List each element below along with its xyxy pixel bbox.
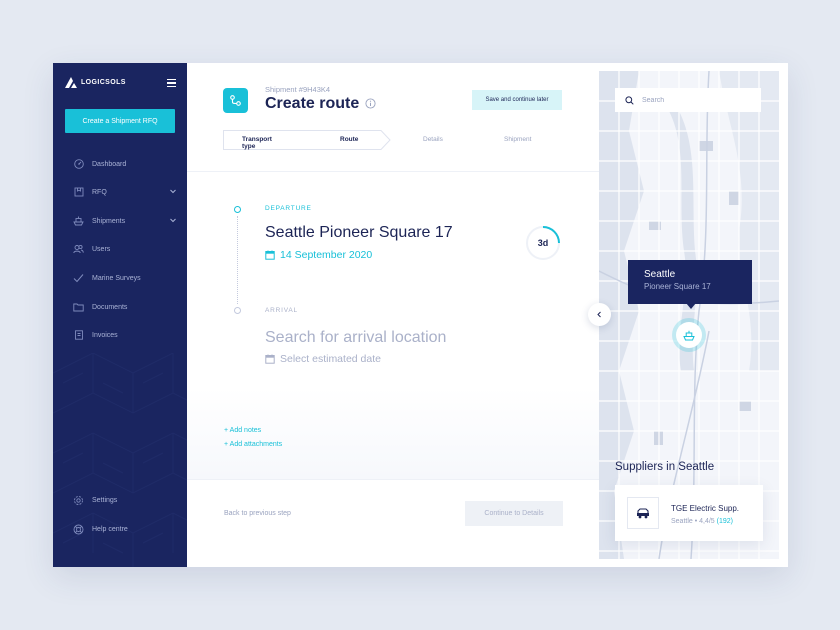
truck-icon xyxy=(637,507,649,518)
departure-location[interactable]: Seattle Pioneer Square 17 xyxy=(265,224,453,242)
chevron-left-icon xyxy=(597,311,601,318)
sidebar-item-label: RFQ xyxy=(92,188,107,196)
location-tooltip: Seattle Pioneer Square 17 xyxy=(628,260,752,309)
sidebar-item-marine-surveys[interactable]: Marine Surveys xyxy=(73,271,177,285)
rfq-icon xyxy=(73,187,84,198)
arrival-date-text: Select estimated date xyxy=(280,353,381,365)
gear-icon xyxy=(73,495,84,506)
arrival-date-picker[interactable]: Select estimated date xyxy=(265,353,381,365)
create-route-panel: Shipment #9H43K4 Create route Save and c… xyxy=(187,63,599,567)
route-icon xyxy=(223,88,248,113)
departure-date-text: 14 September 2020 xyxy=(280,249,373,261)
logo-text: LOGICSOLS xyxy=(81,79,126,86)
logo-mark-icon xyxy=(65,77,77,88)
page-title: Create route xyxy=(265,95,360,112)
map-search-input[interactable] xyxy=(642,96,752,104)
check-icon xyxy=(73,273,84,284)
add-notes-link[interactable]: + Add notes xyxy=(224,427,261,434)
sidebar-item-shipments[interactable]: Shipments xyxy=(73,214,177,228)
search-icon xyxy=(625,95,634,105)
tooltip-title: Seattle xyxy=(644,269,676,280)
supplier-name: TGE Electric Supp. xyxy=(671,504,740,513)
users-icon xyxy=(73,244,84,255)
supplier-rating: Seattle • 4,4/5 xyxy=(671,518,715,525)
invoice-icon xyxy=(73,330,84,341)
suppliers-heading: Suppliers in Seattle xyxy=(615,461,715,473)
departure-label: DEPARTURE xyxy=(265,205,312,212)
route-form: DEPARTURE Seattle Pioneer Square 17 14 S… xyxy=(187,172,599,480)
sidebar-item-settings[interactable]: Settings xyxy=(73,493,177,507)
sidebar-item-label: Shipments xyxy=(92,217,126,225)
sidebar-item-label: Documents xyxy=(92,303,128,311)
sidebar-item-label: Users xyxy=(92,245,111,253)
duration-value: 3d xyxy=(537,238,549,248)
sidebar-item-invoices[interactable]: Invoices xyxy=(73,328,177,342)
back-button[interactable]: Back to previous step xyxy=(224,510,291,517)
sidebar-item-label: Dashboard xyxy=(92,160,127,168)
departure-date[interactable]: 14 September 2020 xyxy=(265,249,372,261)
lifebuoy-icon xyxy=(73,524,84,535)
footer-divider xyxy=(187,479,599,480)
supplier-avatar xyxy=(627,497,659,529)
folder-icon xyxy=(73,302,84,313)
map-panel[interactable]: Seattle Pioneer Square 17 Suppliers in S… xyxy=(599,71,779,559)
map-search[interactable] xyxy=(615,88,761,112)
logo[interactable]: LOGICSOLS xyxy=(65,77,126,88)
step-route[interactable]: Route xyxy=(340,136,358,143)
sidebar-item-label: Invoices xyxy=(92,331,118,339)
ship-icon xyxy=(683,330,695,340)
supplier-meta: Seattle • 4,4/5 (192) xyxy=(671,518,733,525)
arrival-dot xyxy=(234,307,241,314)
departure-dot xyxy=(234,206,241,213)
sidebar-item-users[interactable]: Users xyxy=(73,242,177,256)
save-continue-later-button[interactable]: Save and continue later xyxy=(472,90,562,110)
tooltip-subtitle: Pioneer Square 17 xyxy=(644,282,711,291)
sidebar-item-label: Help centre xyxy=(92,525,128,533)
app-window: LOGICSOLS Create a Shipment RFQ Dashboar… xyxy=(53,63,788,567)
add-attachments-link[interactable]: + Add attachments xyxy=(224,441,282,448)
chevron-down-icon[interactable] xyxy=(169,216,177,224)
collapse-map-button[interactable] xyxy=(588,303,611,326)
chevron-down-icon[interactable] xyxy=(169,187,177,195)
calendar-icon xyxy=(265,354,275,364)
tooltip-tail xyxy=(686,303,696,309)
step-transport-type[interactable]: Transport type xyxy=(242,136,272,150)
location-marker[interactable] xyxy=(672,318,706,352)
sidebar-item-dashboard[interactable]: Dashboard xyxy=(73,157,177,171)
supplier-review-count: (192) xyxy=(716,518,733,525)
sidebar-item-help-centre[interactable]: Help centre xyxy=(73,522,177,536)
shipment-id: Shipment #9H43K4 xyxy=(265,85,331,94)
info-icon[interactable] xyxy=(365,98,376,109)
sidebar-item-label: Marine Surveys xyxy=(92,274,141,282)
marker-ship xyxy=(676,322,702,348)
arrival-label: ARRIVAL xyxy=(265,307,298,314)
sidebar-item-documents[interactable]: Documents xyxy=(73,300,177,314)
create-shipment-rfq-button[interactable]: Create a Shipment RFQ xyxy=(65,109,175,133)
route-connector xyxy=(237,216,238,304)
arrival-location-input[interactable]: Search for arrival location xyxy=(265,329,446,347)
calendar-icon xyxy=(265,250,275,260)
menu-icon[interactable] xyxy=(167,79,176,87)
sidebar-item-label: Settings xyxy=(92,496,118,504)
step-details[interactable]: Details xyxy=(423,136,443,143)
supplier-card[interactable]: TGE Electric Supp. Seattle • 4,4/5 (192) xyxy=(615,485,763,541)
dashboard-icon xyxy=(73,159,84,170)
sidebar-item-rfq[interactable]: RFQ xyxy=(73,185,177,199)
sidebar: LOGICSOLS Create a Shipment RFQ Dashboar… xyxy=(53,63,187,567)
ship-icon xyxy=(73,216,84,227)
step-shipment[interactable]: Shipment xyxy=(504,136,531,143)
continue-button[interactable]: Continue to Details xyxy=(465,501,563,526)
